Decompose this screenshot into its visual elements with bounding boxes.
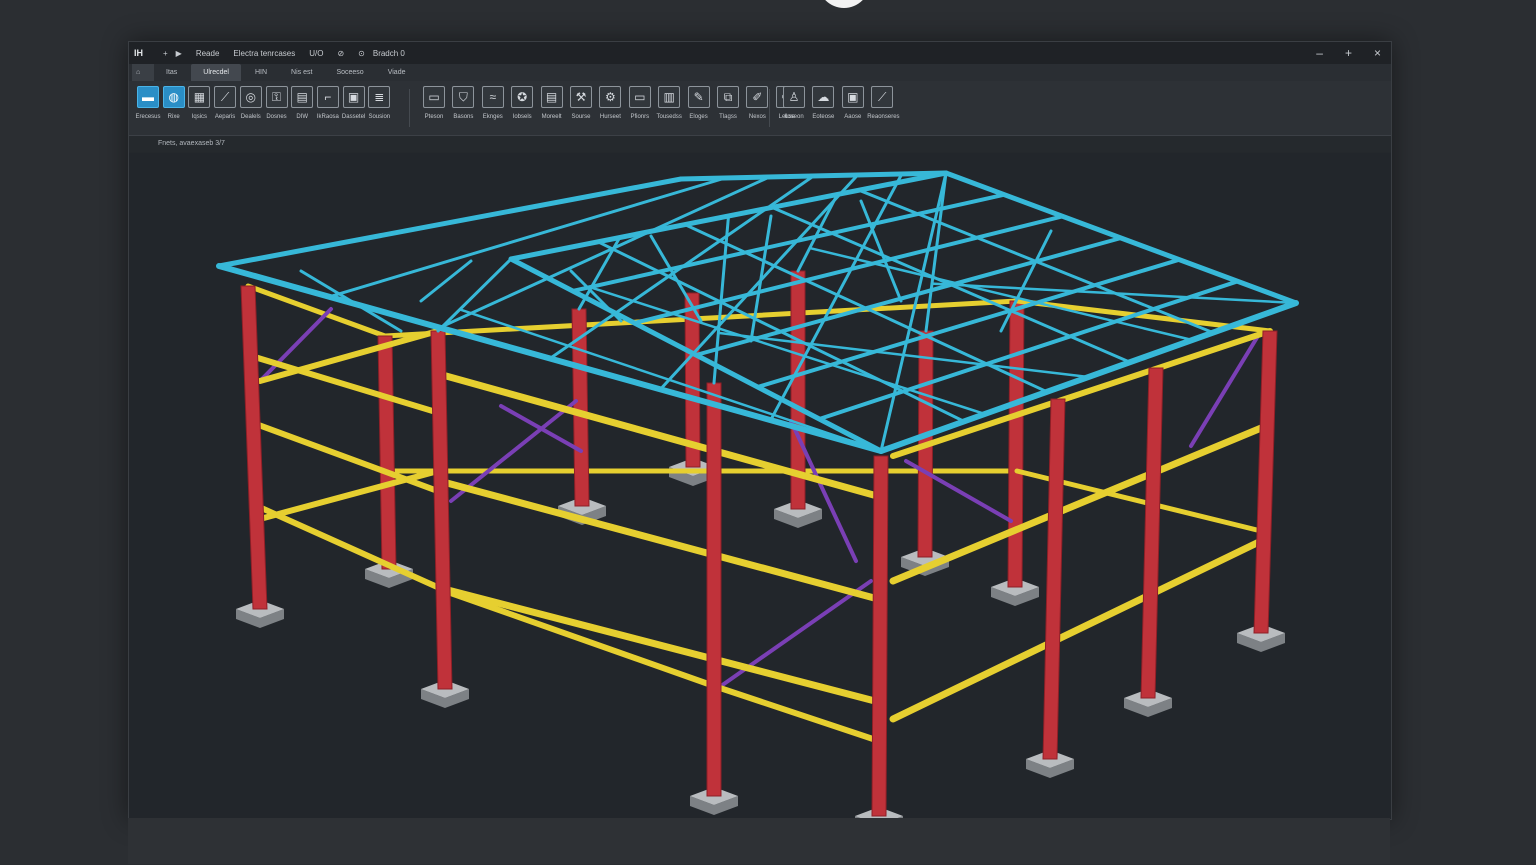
steel-column[interactable] (1140, 367, 1164, 699)
left-wall-girt[interactable] (250, 419, 445, 496)
footer-band (128, 818, 1390, 864)
right-eave-beam[interactable] (890, 328, 1273, 459)
front-girt-low[interactable] (442, 588, 717, 689)
app-window: IΗ + ▶ Reade Electra tenrcases U/O ⊘ ⊙ B… (128, 41, 1392, 835)
roof-rafter[interactable] (769, 172, 904, 422)
right-wall-girt[interactable] (889, 537, 1265, 723)
steel-column[interactable] (706, 382, 722, 797)
right-wall-girt[interactable] (889, 422, 1270, 585)
truss-web[interactable] (717, 331, 1090, 379)
left-wall-girt[interactable] (247, 352, 443, 417)
front-wall-girt[interactable] (439, 585, 884, 706)
left-girt[interactable] (257, 468, 441, 522)
steel-column[interactable] (377, 335, 397, 570)
steel-column[interactable] (430, 330, 453, 690)
steel-column[interactable] (1253, 330, 1278, 634)
steel-column[interactable] (1007, 300, 1025, 588)
front-wall-girt[interactable] (437, 477, 884, 604)
truss-web[interactable] (436, 257, 513, 333)
left-wall-girt[interactable] (253, 502, 447, 593)
steel-column[interactable] (240, 285, 268, 610)
model-viewport[interactable] (129, 153, 1391, 835)
steel-column[interactable] (1042, 398, 1066, 760)
roof-purlin[interactable] (570, 192, 1007, 293)
structural-model-3d-view[interactable] (1, 1, 1536, 865)
steel-column[interactable] (871, 455, 889, 817)
